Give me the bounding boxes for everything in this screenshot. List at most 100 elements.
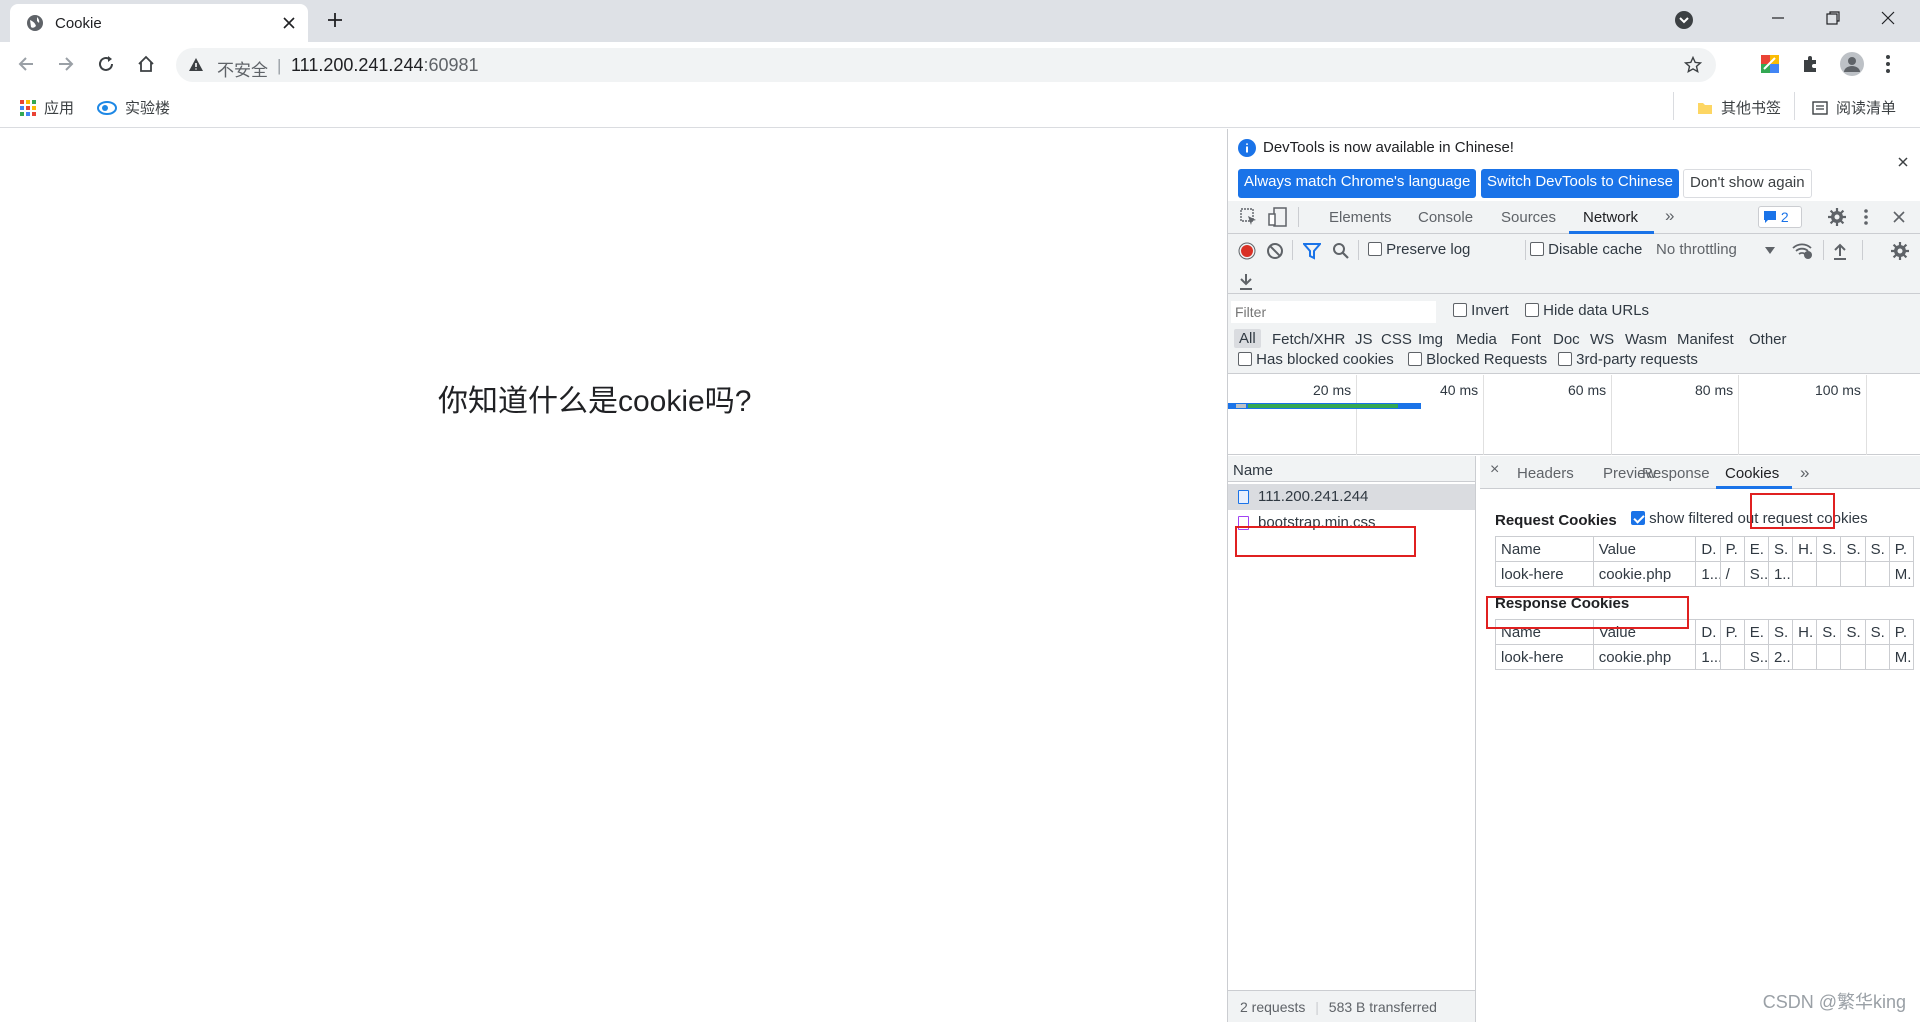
tab-network[interactable]: Network <box>1583 209 1638 226</box>
chevron-down-icon[interactable] <box>1765 247 1775 255</box>
export-har-icon[interactable] <box>1238 272 1254 290</box>
column-header[interactable]: D. <box>1695 536 1721 562</box>
devtools-menu-icon[interactable] <box>1863 208 1869 226</box>
close-infobar-icon[interactable] <box>1897 156 1909 168</box>
browser-tab[interactable]: Cookie <box>10 4 308 42</box>
clear-icon[interactable] <box>1266 242 1284 260</box>
minimize-icon[interactable] <box>1770 10 1786 26</box>
kebab-menu-icon[interactable] <box>1885 54 1891 74</box>
filter-input[interactable] <box>1231 301 1436 323</box>
address-bar[interactable]: 不安全 | 111.200.241.244:60981 <box>176 48 1716 82</box>
filter-funnel-icon[interactable] <box>1303 242 1321 260</box>
column-header[interactable]: S. <box>1767 536 1794 562</box>
insecure-label[interactable]: 不安全 <box>217 56 268 81</box>
disable-cache-checkbox[interactable]: Disable cache <box>1530 241 1642 258</box>
forward-arrow-icon[interactable] <box>56 54 76 74</box>
home-icon[interactable] <box>136 54 156 74</box>
filter-type-all[interactable]: All <box>1234 329 1261 348</box>
column-header[interactable]: S. <box>1816 619 1842 645</box>
tab-cookies[interactable]: Cookies <box>1725 465 1779 482</box>
close-tab-icon[interactable] <box>282 16 296 30</box>
search-icon[interactable] <box>1332 242 1350 260</box>
table-row[interactable]: look-here cookie.php 1... / S... 1... M. <box>1495 561 1915 587</box>
warning-icon[interactable] <box>188 57 204 73</box>
column-header[interactable]: H. <box>1792 619 1818 645</box>
reload-icon[interactable] <box>96 54 116 74</box>
column-header[interactable]: P. <box>1888 619 1915 645</box>
network-conditions-icon[interactable] <box>1792 242 1814 260</box>
close-devtools-icon[interactable] <box>1892 210 1906 224</box>
column-header[interactable]: P. <box>1719 619 1745 645</box>
issues-badge[interactable]: 2 <box>1758 206 1802 228</box>
filter-type-ws[interactable]: WS <box>1590 331 1614 348</box>
has-blocked-cookies-checkbox[interactable]: Has blocked cookies <box>1238 351 1394 368</box>
column-header[interactable]: Value <box>1592 536 1697 562</box>
blocked-requests-checkbox[interactable]: Blocked Requests <box>1408 351 1547 368</box>
bookmark-other[interactable]: 其他书签 <box>1697 97 1781 118</box>
invert-checkbox[interactable]: Invert <box>1453 302 1509 319</box>
profile-avatar-icon[interactable] <box>1840 52 1864 76</box>
column-header[interactable]: H. <box>1792 536 1818 562</box>
bookmark-shiyanlou[interactable]: 实验楼 <box>97 97 170 118</box>
column-header[interactable]: S. <box>1864 619 1890 645</box>
tab-response[interactable]: Response <box>1642 465 1710 482</box>
request-row[interactable]: 111.200.241.244 <box>1228 484 1475 510</box>
import-har-icon[interactable] <box>1832 242 1848 260</box>
tab-headers[interactable]: Headers <box>1517 465 1574 482</box>
close-window-icon[interactable] <box>1880 10 1896 26</box>
column-header[interactable]: D. <box>1695 619 1721 645</box>
table-row[interactable]: look-here cookie.php 1... S... 2... M. <box>1495 644 1915 670</box>
column-header[interactable]: S. <box>1767 619 1794 645</box>
dont-show-again-button[interactable]: Don't show again <box>1683 169 1812 198</box>
tab-sources[interactable]: Sources <box>1501 209 1556 226</box>
preserve-log-checkbox[interactable]: Preserve log <box>1368 241 1470 258</box>
bookmark-star-icon[interactable] <box>1684 56 1702 74</box>
column-header[interactable]: S. <box>1840 536 1866 562</box>
column-header[interactable]: E. <box>1743 619 1769 645</box>
url-text[interactable]: 111.200.241.244:60981 <box>291 55 479 76</box>
match-language-button[interactable]: Always match Chrome's language <box>1238 169 1477 198</box>
column-header[interactable]: P. <box>1888 536 1915 562</box>
extensions-puzzle-icon[interactable] <box>1800 54 1820 74</box>
filter-type-js[interactable]: JS <box>1355 331 1373 348</box>
reading-list[interactable]: 阅读清单 <box>1812 97 1896 118</box>
filter-type-css[interactable]: CSS <box>1381 331 1412 348</box>
throttling-select[interactable]: No throttling <box>1656 241 1737 258</box>
hide-data-urls-checkbox[interactable]: Hide data URLs <box>1525 302 1649 319</box>
settings-gear-icon[interactable] <box>1828 208 1846 226</box>
filter-type-media[interactable]: Media <box>1456 331 1497 348</box>
filter-type-other[interactable]: Other <box>1749 331 1787 348</box>
tab-console[interactable]: Console <box>1418 209 1473 226</box>
extension-color-icon[interactable] <box>1760 54 1780 74</box>
bookmark-apps[interactable]: 应用 <box>20 97 74 118</box>
more-tabs-chevron[interactable]: » <box>1665 206 1674 226</box>
inspect-element-icon[interactable] <box>1240 208 1258 226</box>
filter-type-fetch-xhr[interactable]: Fetch/XHR <box>1272 331 1345 348</box>
column-header[interactable]: S. <box>1864 536 1890 562</box>
tab-elements[interactable]: Elements <box>1329 209 1392 226</box>
filter-type-manifest[interactable]: Manifest <box>1677 331 1734 348</box>
device-toolbar-icon[interactable] <box>1268 207 1288 227</box>
close-detail-icon[interactable]: × <box>1490 461 1499 479</box>
network-overview-timeline[interactable]: 20 ms 40 ms 60 ms 80 ms 100 ms <box>1228 375 1920 455</box>
request-list-header[interactable]: Name <box>1228 456 1475 482</box>
column-header[interactable]: S. <box>1840 619 1866 645</box>
restore-icon[interactable] <box>1825 10 1841 26</box>
filter-type-wasm[interactable]: Wasm <box>1625 331 1667 348</box>
column-header[interactable]: S. <box>1816 536 1842 562</box>
record-icon[interactable] <box>1238 242 1256 260</box>
switch-to-chinese-button[interactable]: Switch DevTools to Chinese <box>1481 169 1679 198</box>
column-header[interactable]: P. <box>1719 536 1745 562</box>
tab-search-icon[interactable] <box>1674 10 1694 30</box>
filter-type-doc[interactable]: Doc <box>1553 331 1580 348</box>
page-question: 你知道什么是cookie吗? <box>438 385 752 418</box>
column-header[interactable]: Name <box>1495 536 1594 562</box>
filter-type-font[interactable]: Font <box>1511 331 1541 348</box>
more-detail-tabs-chevron[interactable]: » <box>1800 463 1809 483</box>
third-party-checkbox[interactable]: 3rd-party requests <box>1558 351 1698 368</box>
filter-type-img[interactable]: Img <box>1418 331 1443 348</box>
network-settings-gear-icon[interactable] <box>1891 242 1909 260</box>
column-header[interactable]: E. <box>1743 536 1769 562</box>
back-arrow-icon[interactable] <box>16 54 36 74</box>
new-tab-button[interactable] <box>326 11 344 29</box>
